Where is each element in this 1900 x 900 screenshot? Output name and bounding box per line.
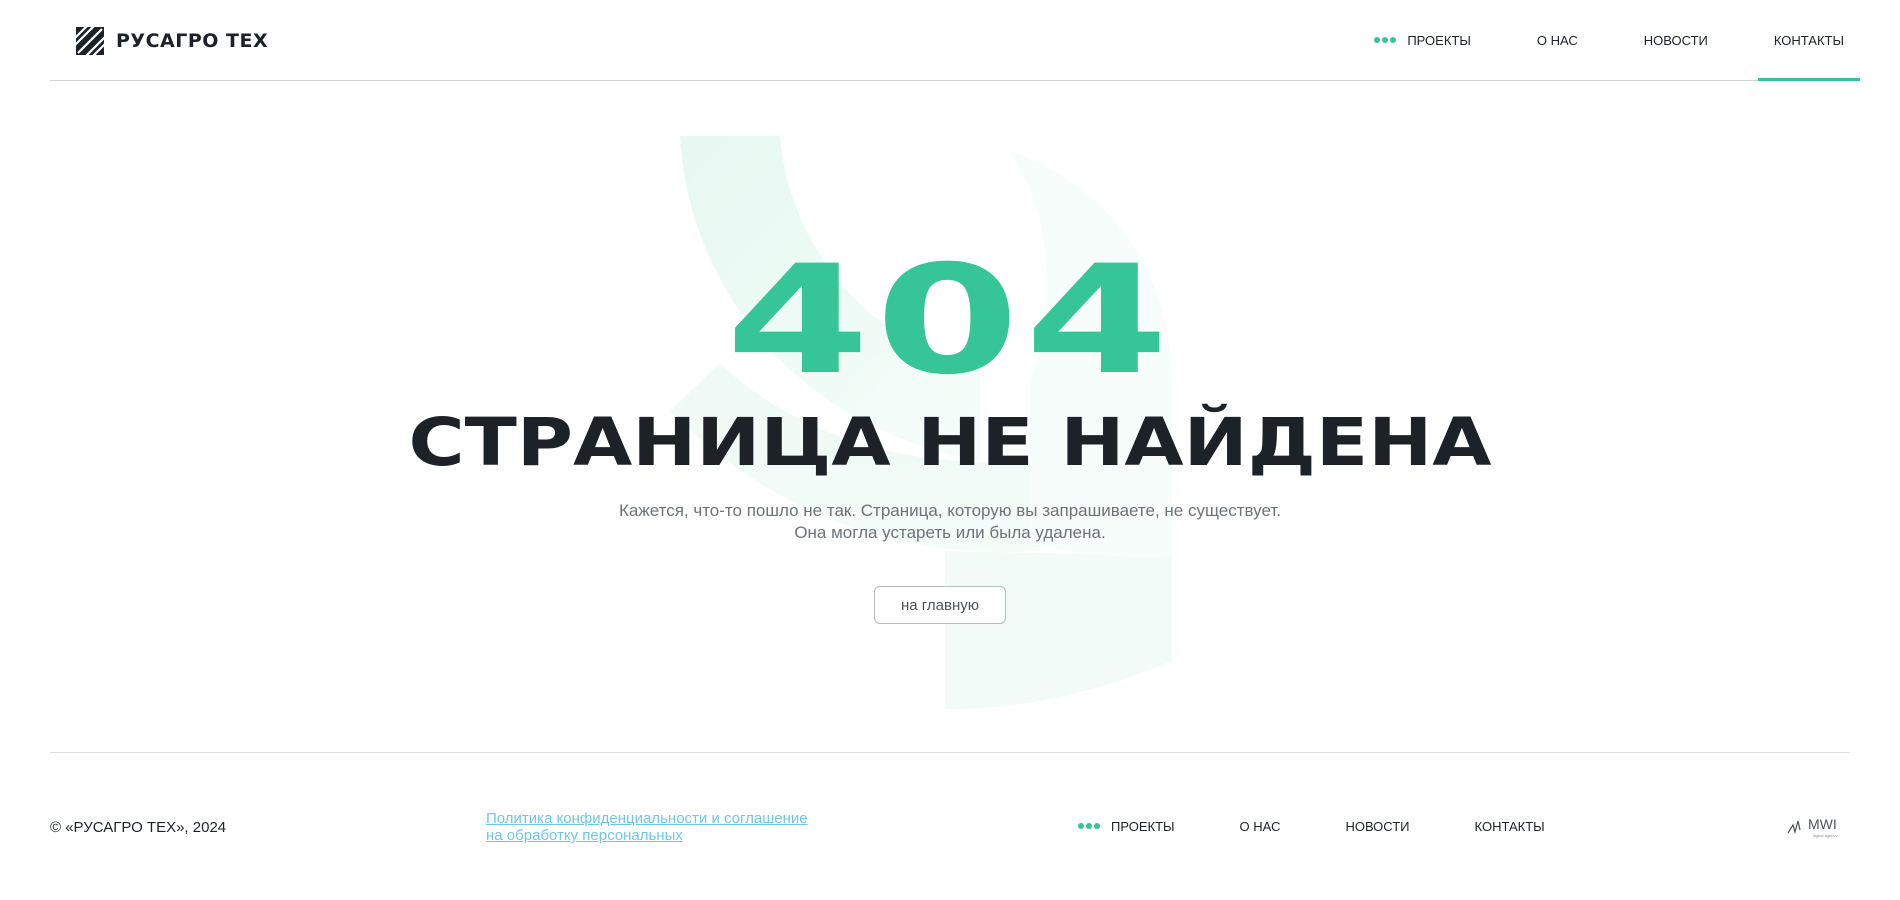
mwi-logo-icon[interactable]: MWI digital agency (1786, 813, 1850, 841)
nav-item-label: О НАС (1536, 32, 1578, 48)
agency-logo-text: MWI (1808, 816, 1837, 832)
rusagro-logo-icon (76, 27, 104, 55)
go-home-button[interactable]: на главную (874, 586, 1006, 624)
footer-nav-label: НОВОСТИ (1345, 818, 1410, 834)
main-content: 404 СТРАНИЦА НЕ НАЙДЕНА Кажется, что-то … (0, 81, 1900, 751)
footer-nav-item-projects[interactable]: ПРОЕКТЫ (1078, 819, 1175, 834)
footer-nav-item-contacts[interactable]: КОНТАКТЫ (1475, 819, 1545, 834)
copyright-text: © «РУСАГРО ТЕХ», 2024 (50, 819, 227, 836)
main-nav: ПРОЕКТЫ О НАС НОВОСТИ КОНТАКТЫ (1324, 0, 1861, 81)
footer-nav-label: О НАС (1239, 818, 1281, 834)
site-header: РУСАГРО ТЕХ ПРОЕКТЫ О НАС НОВОСТИ КОНТАК… (50, 0, 1861, 81)
nav-item-about[interactable]: О НАС (1521, 0, 1594, 80)
dots-icon (1078, 823, 1102, 829)
nav-item-label: КОНТАКТЫ (1773, 32, 1844, 48)
dots-icon (1374, 37, 1398, 43)
page-title: СТРАНИЦА НЕ НАЙДЕНА (408, 404, 1492, 481)
footer-nav-label: КОНТАКТЫ (1474, 818, 1545, 834)
logo-text: РУСАГРО ТЕХ (116, 30, 269, 52)
nav-item-news[interactable]: НОВОСТИ (1628, 0, 1724, 80)
nav-item-label: ПРОЕКТЫ (1407, 32, 1471, 48)
footer-nav: ПРОЕКТЫ О НАС НОВОСТИ КОНТАКТЫ (1078, 811, 1610, 841)
nav-item-contacts[interactable]: КОНТАКТЫ (1757, 0, 1861, 81)
page: РУСАГРО ТЕХ ПРОЕКТЫ О НАС НОВОСТИ КОНТАК… (0, 0, 1900, 900)
nav-item-label: НОВОСТИ (1643, 32, 1708, 48)
footer-nav-item-news[interactable]: НОВОСТИ (1345, 819, 1409, 834)
agency-subtext: digital agency (1813, 833, 1837, 838)
error-code: 404 (725, 234, 1175, 408)
site-logo[interactable]: РУСАГРО ТЕХ (76, 26, 268, 56)
nav-item-projects[interactable]: ПРОЕКТЫ (1358, 0, 1487, 80)
error-description: Кажется, что-то пошло не так. Страница, … (618, 501, 1282, 542)
footer-nav-item-about[interactable]: О НАС (1240, 819, 1281, 834)
privacy-policy-link[interactable]: Политика конфиденциальности и соглашение… (486, 810, 816, 844)
footer-nav-label: ПРОЕКТЫ (1111, 818, 1175, 834)
site-footer: © «РУСАГРО ТЕХ», 2024 Политика конфиденц… (50, 752, 1850, 900)
